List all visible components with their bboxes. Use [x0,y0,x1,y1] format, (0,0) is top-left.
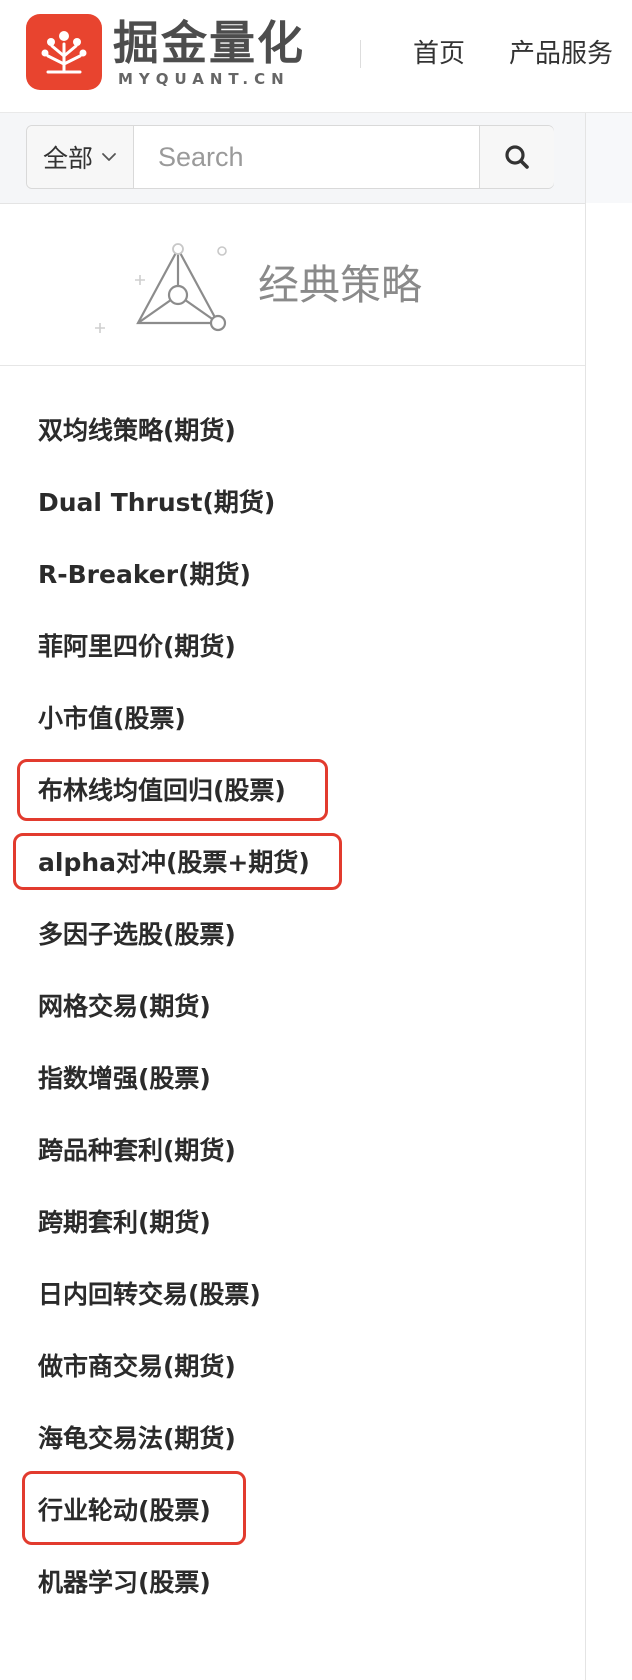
sidebar-border [585,203,586,1680]
top-header: 掘金量化 MYQUANT.CN 首页 产品服务 [0,0,632,113]
strategy-item-grid-trading[interactable]: 网格交易(期货) [38,989,211,1025]
strategy-item-dual-thrust[interactable]: Dual Thrust(期货) [38,485,275,521]
search-input[interactable] [134,126,474,188]
brand-logo-icon[interactable] [26,14,102,90]
strategy-item-r-breaker[interactable]: R-Breaker(期货) [38,557,251,593]
search-scope-label: 全部 [42,144,93,173]
strategy-item-turtle[interactable]: 海龟交易法(期货) [38,1421,236,1457]
highlight-box-bollinger [17,759,328,821]
search-button[interactable] [479,126,554,188]
nav-home-link[interactable]: 首页 [413,34,465,74]
brand-subtitle: MYQUANT.CN [118,70,290,88]
strategy-item-small-cap[interactable]: 小市值(股票) [38,701,186,737]
chevron-down-icon [102,153,116,161]
strategy-network-icon [95,243,227,333]
content-area-bg [586,113,632,203]
strategy-item-cross-variety-arb[interactable]: 跨品种套利(期货) [38,1133,236,1169]
brand-name[interactable]: 掘金量化 [113,16,305,70]
search-box: 全部 [26,125,554,189]
highlight-box-sector-rotation [22,1471,246,1545]
search-icon [505,145,529,169]
section-title: 经典策略 [258,261,422,309]
strategy-item-intraday-t0[interactable]: 日内回转交易(股票) [38,1277,261,1313]
header-divider [360,40,361,68]
nav-products-link[interactable]: 产品服务 [509,34,613,74]
strategy-item-market-making[interactable]: 做市商交易(期货) [38,1349,236,1385]
strategy-item-fairy-four-price[interactable]: 菲阿里四价(期货) [38,629,236,665]
strategy-item-calendar-arb[interactable]: 跨期套利(期货) [38,1205,211,1241]
strategy-item-multi-factor[interactable]: 多因子选股(股票) [38,917,236,953]
search-scope-select[interactable]: 全部 [27,126,134,188]
strategy-item-machine-learning[interactable]: 机器学习(股票) [38,1565,211,1601]
strategy-item-dual-ma[interactable]: 双均线策略(期货) [38,413,236,449]
highlight-box-alpha-hedge [13,833,342,890]
strategy-item-index-enhance[interactable]: 指数增强(股票) [38,1061,211,1097]
